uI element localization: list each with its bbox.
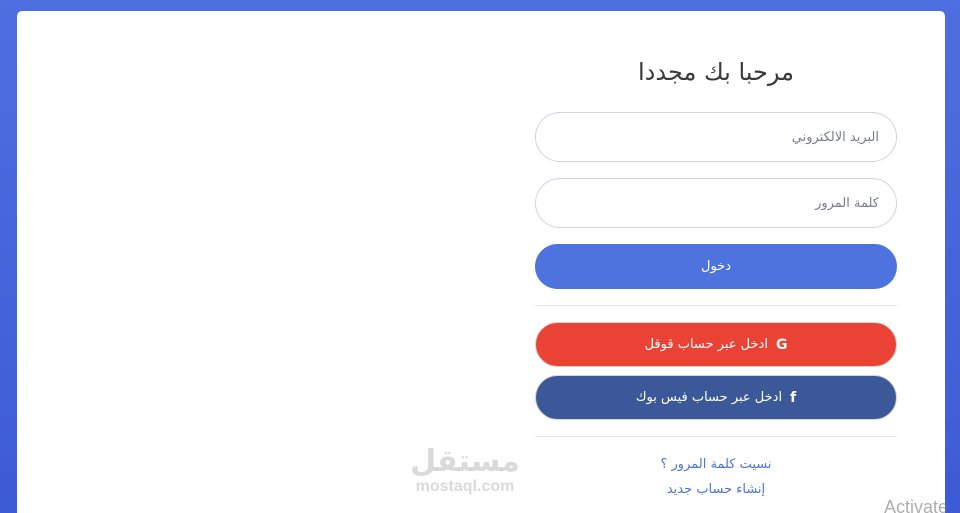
- divider: [535, 436, 897, 437]
- password-field[interactable]: [535, 178, 897, 228]
- facebook-login-label: ادخل عبر حساب فيس بوك: [635, 390, 783, 405]
- divider: [535, 305, 897, 306]
- login-button[interactable]: دخول: [535, 244, 897, 289]
- register-link[interactable]: إنشاء حساب جديد: [535, 482, 897, 497]
- login-card: مرحبا بك مجددا دخول G ادخل عبر حساب قوقل…: [17, 11, 945, 513]
- facebook-login-button[interactable]: f ادخل عبر حساب فيس بوك: [535, 375, 897, 420]
- forgot-password-link[interactable]: نسيت كلمة المرور ؟: [535, 457, 897, 472]
- email-field[interactable]: [535, 112, 897, 162]
- login-button-label: دخول: [701, 259, 731, 274]
- facebook-icon: f: [790, 389, 797, 406]
- google-icon: G: [775, 336, 788, 353]
- google-login-label: ادخل عبر حساب قوقل: [644, 337, 768, 352]
- activate-windows-text: Activate: [884, 497, 949, 513]
- page-title: مرحبا بك مجددا: [638, 58, 794, 86]
- google-login-button[interactable]: G ادخل عبر حساب قوقل: [535, 322, 897, 367]
